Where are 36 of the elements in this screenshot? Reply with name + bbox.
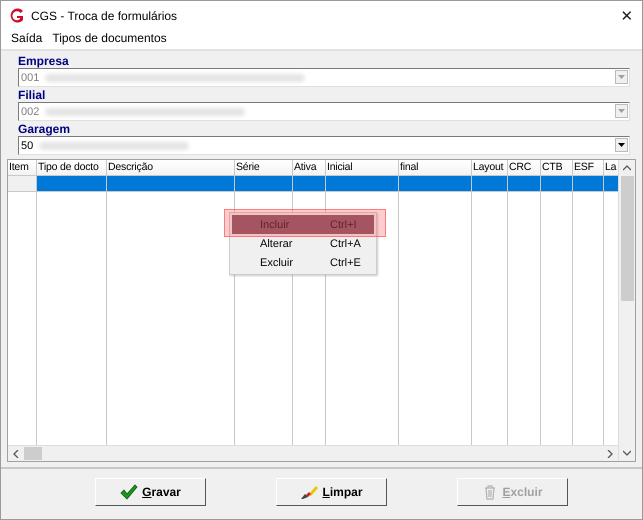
horizontal-scrollbar[interactable] bbox=[8, 445, 618, 461]
column-header[interactable]: ESF bbox=[573, 160, 604, 176]
action-button[interactable]: Gravar bbox=[95, 478, 206, 506]
menu-item[interactable]: Saída bbox=[11, 31, 42, 45]
dropdown-button[interactable] bbox=[615, 138, 628, 152]
caret-icon bbox=[618, 109, 625, 113]
column-header[interactable]: Ativa bbox=[293, 160, 326, 176]
field-label: Empresa bbox=[18, 54, 70, 68]
context-menu-item[interactable]: Alterar Ctrl+A bbox=[230, 234, 376, 253]
checkmark-icon bbox=[120, 484, 138, 500]
menu-item[interactable]: Tipos de documentos bbox=[52, 31, 167, 45]
column-header[interactable]: Layout bbox=[472, 160, 508, 176]
vertical-scrollbar[interactable] bbox=[618, 160, 635, 461]
column-header[interactable]: Inicial bbox=[326, 160, 399, 176]
context-menu-item[interactable]: Excluir Ctrl+E bbox=[230, 253, 376, 272]
window-title: CGS - Troca de formulários bbox=[31, 9, 178, 23]
caret-icon bbox=[618, 143, 625, 147]
brush-icon bbox=[300, 484, 318, 500]
column-header[interactable]: final bbox=[399, 160, 472, 176]
table-row[interactable] bbox=[8, 176, 618, 192]
column-header[interactable]: CRC bbox=[508, 160, 541, 176]
column-header[interactable]: Série bbox=[235, 160, 293, 176]
field-label: Garagem bbox=[18, 122, 72, 136]
field-label: Filial bbox=[18, 88, 46, 102]
column-header[interactable]: Tipo de docto bbox=[37, 160, 107, 176]
close-button[interactable]: ✕ bbox=[612, 7, 642, 25]
scrollbar-thumb[interactable] bbox=[620, 176, 634, 301]
column-header[interactable]: Item bbox=[8, 160, 37, 176]
combo-box[interactable]: 50 bbox=[18, 136, 630, 155]
scrollbar-thumb[interactable] bbox=[24, 447, 42, 460]
caret-icon bbox=[618, 75, 625, 79]
column-header[interactable]: CTB bbox=[541, 160, 573, 176]
column-header[interactable]: Descrição bbox=[107, 160, 235, 176]
action-button[interactable]: Limpar bbox=[276, 478, 387, 506]
logo-icon bbox=[9, 8, 25, 24]
column-header[interactable]: La bbox=[604, 160, 618, 176]
